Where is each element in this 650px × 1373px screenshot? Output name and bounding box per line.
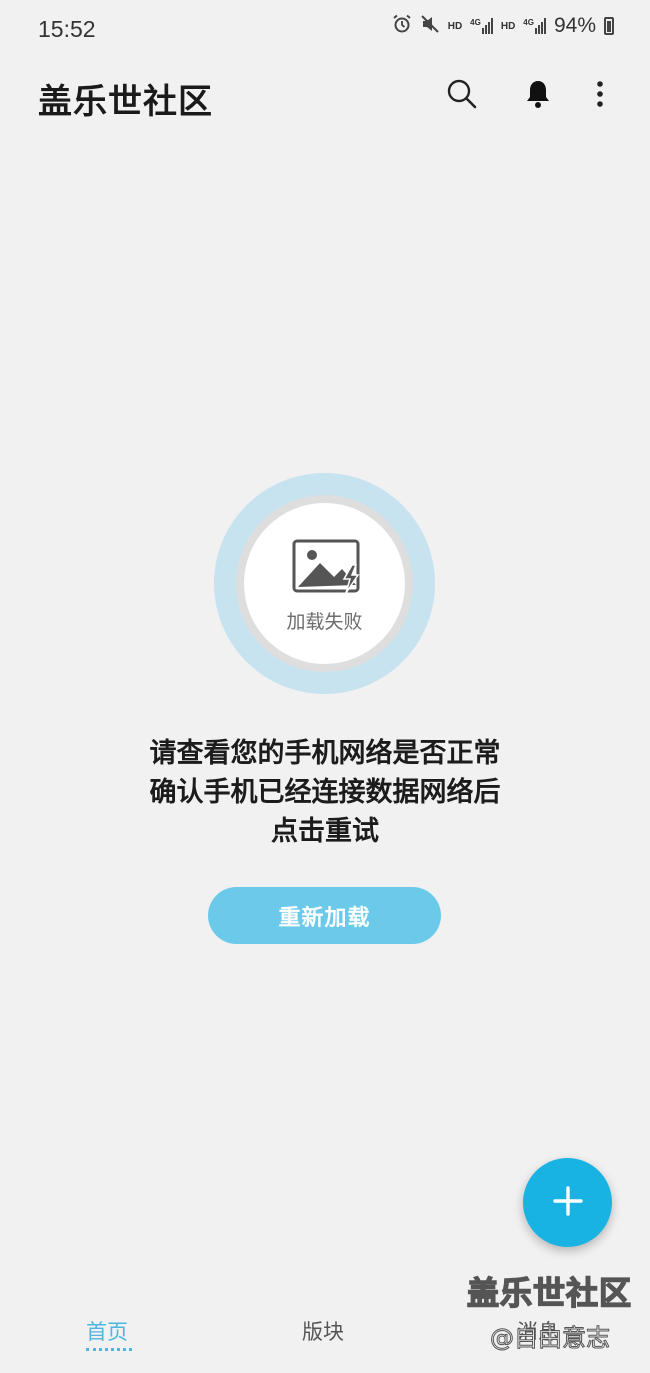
- active-tab-indicator: [86, 1348, 132, 1351]
- status-icons: HD 4G HD 4G 94%: [392, 14, 614, 38]
- app-bar: 盖乐世社区: [0, 60, 650, 132]
- plus-icon: [552, 1185, 583, 1220]
- alarm-icon: [392, 14, 412, 38]
- signal-icon-2: 4G: [523, 18, 546, 34]
- search-icon: [446, 78, 478, 114]
- watermark-title: 盖乐世社区: [466, 1273, 633, 1313]
- error-message-line: 点击重试: [271, 816, 379, 847]
- nav-item-boards[interactable]: 版块: [302, 1316, 344, 1346]
- network-hd-label-2: HD: [500, 20, 516, 32]
- load-failed-label: 加载失败: [286, 611, 363, 633]
- load-failed-illustration: 加载失败: [214, 473, 435, 694]
- more-vert-icon: [596, 80, 604, 112]
- signal-icon: 4G: [470, 18, 493, 34]
- status-time: 15:52: [38, 16, 96, 42]
- broken-image-icon: [292, 539, 368, 601]
- notifications-button[interactable]: [516, 74, 560, 118]
- bell-icon: [524, 79, 552, 113]
- search-button[interactable]: [440, 74, 484, 118]
- battery-icon: [604, 17, 614, 35]
- new-post-button[interactable]: [523, 1158, 612, 1247]
- error-message: 请查看您的手机网络是否正常 确认手机已经连接数据网络后 点击重试: [0, 734, 650, 851]
- error-message-line: 请查看您的手机网络是否正常: [149, 738, 501, 769]
- battery-percent: 94%: [553, 14, 596, 37]
- network-hd-label: HD: [447, 20, 463, 32]
- status-bar: 15:52 HD 4G HD 4G 94%: [0, 0, 650, 60]
- more-options-button[interactable]: [578, 74, 622, 118]
- error-message-line: 确认手机已经连接数据网络后: [149, 777, 501, 808]
- reload-button[interactable]: 重新加载: [208, 887, 441, 944]
- app-title: 盖乐世社区: [38, 82, 213, 122]
- mute-icon: [420, 14, 440, 38]
- watermark-subtitle: @自由意志: [490, 1324, 611, 1353]
- nav-item-home[interactable]: 首页: [86, 1316, 128, 1346]
